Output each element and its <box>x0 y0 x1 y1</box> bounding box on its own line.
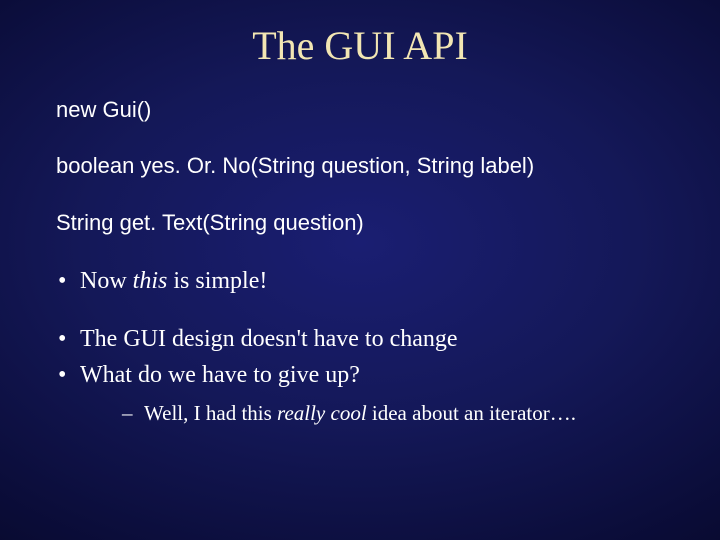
bullet-list: Now this is simple! The GUI design doesn… <box>56 266 664 426</box>
slide-title: The GUI API <box>56 22 664 69</box>
bullet-item-2: The GUI design doesn't have to change <box>56 324 664 354</box>
sub-bullet-list: Well, I had this really cool idea about … <box>122 400 664 426</box>
bullet-item-1: Now this is simple! <box>56 266 664 296</box>
code-line-1: new Gui() <box>56 97 664 123</box>
bullet-item-3: What do we have to give up? Well, I had … <box>56 360 664 426</box>
sub-1-post: idea about an iterator…. <box>367 401 576 425</box>
code-line-2: boolean yes. Or. No(String question, Str… <box>56 153 664 179</box>
sub-bullet-1: Well, I had this really cool idea about … <box>122 400 664 426</box>
bullet-1-pre: Now <box>80 268 133 294</box>
bullet-1-em: this <box>133 268 168 294</box>
sub-1-em: really cool <box>277 401 367 425</box>
code-line-3: String get. Text(String question) <box>56 210 664 236</box>
bullet-1-post: is simple! <box>167 268 267 294</box>
slide: The GUI API new Gui() boolean yes. Or. N… <box>0 0 720 540</box>
bullet-3-text: What do we have to give up? <box>80 362 360 388</box>
sub-1-pre: Well, I had this <box>144 401 277 425</box>
